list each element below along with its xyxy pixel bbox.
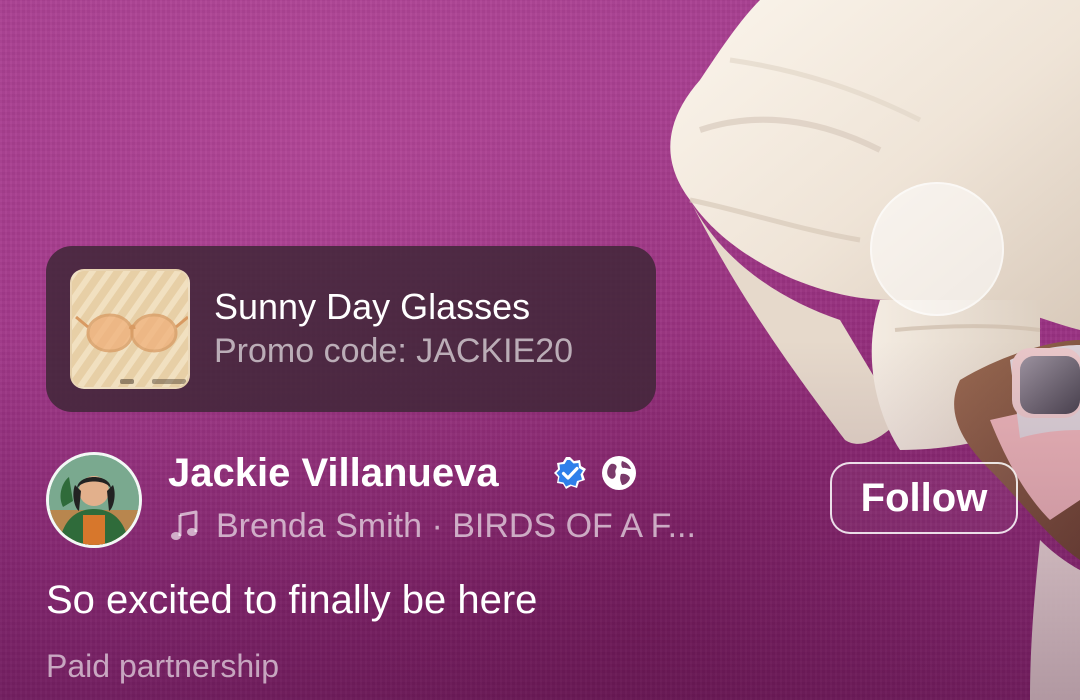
globe-icon: [602, 456, 636, 490]
music-text: Brenda Smith · BIRDS OF A F...: [216, 506, 696, 545]
promo-code-text: Promo code: JACKIE20: [214, 332, 574, 370]
sunglasses-icon: [72, 271, 188, 387]
post-caption[interactable]: So excited to finally be here: [46, 572, 537, 628]
follow-button[interactable]: Follow: [830, 462, 1018, 534]
paid-partnership-label[interactable]: Paid partnership: [46, 644, 279, 688]
music-attribution[interactable]: Brenda Smith · BIRDS OF A F...: [168, 504, 788, 548]
reel-video-frame[interactable]: Sunny Day Glasses Promo code: JACKIE20 J…: [0, 0, 1080, 700]
author-name[interactable]: Jackie Villanueva: [168, 448, 499, 498]
product-thumbnail: [70, 269, 190, 389]
product-tag-card[interactable]: Sunny Day Glasses Promo code: JACKIE20: [46, 246, 656, 412]
music-note-icon: [171, 510, 198, 540]
verified-badge-icon: [554, 457, 586, 489]
avatar[interactable]: [46, 452, 142, 548]
touch-indicator: [870, 182, 1004, 316]
product-title: Sunny Day Glasses: [214, 286, 531, 327]
profile-photo-icon: [49, 455, 139, 545]
